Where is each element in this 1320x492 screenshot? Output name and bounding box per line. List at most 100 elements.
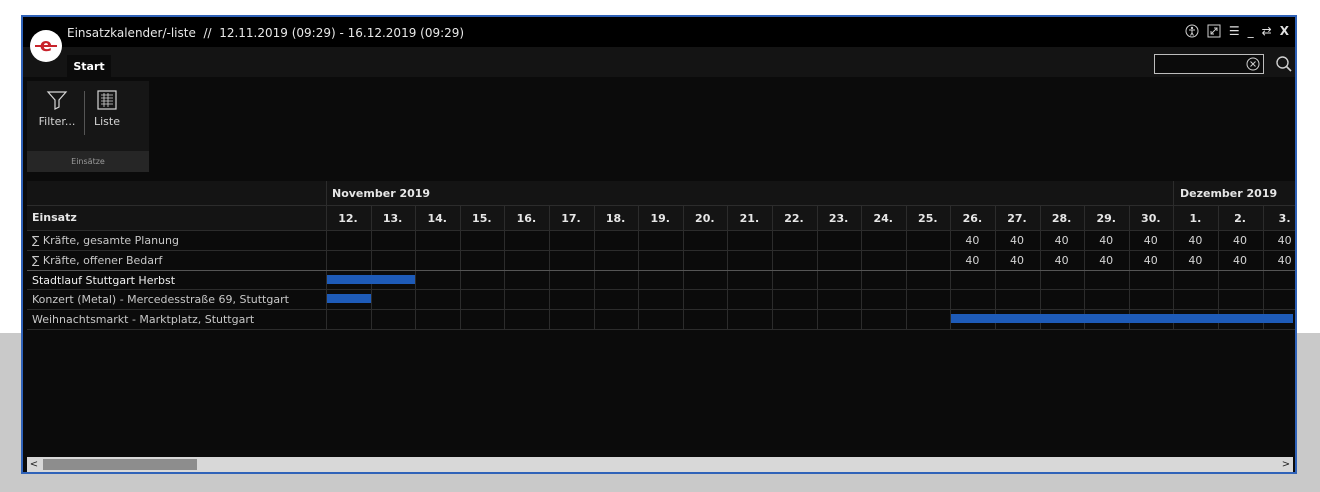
day-header: 29. — [1096, 212, 1116, 225]
month-header-row — [27, 181, 1295, 205]
menu-icon[interactable]: ☰ — [1229, 24, 1240, 38]
grid-vline — [1129, 205, 1130, 329]
filter-icon — [46, 91, 68, 110]
window-controls: ☰ _ ⇄ X — [1185, 24, 1289, 38]
app-window: Einsatzkalender/-liste // 12.11.2019 (09… — [21, 15, 1297, 474]
einsatz-column-header: Einsatz — [32, 211, 77, 224]
day-header: 13. — [382, 212, 403, 225]
grid-vline — [683, 205, 684, 329]
grid-vline — [772, 205, 773, 329]
grid-hline — [27, 270, 1295, 271]
day-header: 18. — [605, 212, 626, 225]
horizontal-scrollbar[interactable]: < > — [27, 457, 1293, 472]
calendar-grid: Einsatz November 2019 Dezember 2019 12. 1… — [27, 181, 1295, 457]
grid-vline — [371, 205, 372, 329]
value-cell: 40 — [1010, 253, 1024, 267]
grid-vline — [861, 205, 862, 329]
grid-vline — [326, 181, 327, 329]
minimize-button[interactable]: _ — [1248, 24, 1254, 38]
value-cell: 40 — [1233, 253, 1247, 267]
value-cell: 40 — [965, 234, 980, 247]
grid-hline — [27, 329, 1295, 330]
tab-start[interactable]: Start — [67, 55, 111, 77]
grid-vline — [995, 205, 996, 329]
grid-hline — [27, 205, 1295, 206]
day-header: 27. — [1007, 212, 1027, 225]
day-header: 20. — [695, 212, 715, 225]
day-header: 19. — [650, 212, 670, 225]
day-header: 3. — [1278, 212, 1291, 225]
month-label: November 2019 — [332, 187, 431, 200]
day-header: 22. — [784, 212, 804, 225]
grid-vline — [549, 205, 550, 329]
day-header: 25. — [918, 212, 938, 225]
clear-icon[interactable] — [1246, 57, 1260, 71]
value-cell: 40 — [1054, 234, 1069, 247]
day-header: 1. — [1189, 212, 1202, 225]
filter-button[interactable]: Filter... — [35, 89, 79, 137]
month-label: Dezember 2019 — [1180, 187, 1278, 200]
day-header: 23. — [828, 212, 849, 225]
grid-vline — [594, 205, 595, 329]
value-cell: 40 — [1188, 253, 1203, 267]
grid-hline — [27, 250, 1295, 251]
event-bar[interactable] — [951, 314, 1293, 324]
day-header: 2. — [1234, 212, 1246, 225]
liste-button[interactable]: Liste — [87, 89, 127, 137]
value-cell: 40 — [1143, 253, 1158, 267]
day-header: 14. — [427, 212, 447, 225]
title-bar: Einsatzkalender/-liste // 12.11.2019 (09… — [23, 17, 1295, 47]
close-button[interactable]: X — [1280, 24, 1289, 38]
search-input[interactable] — [1154, 54, 1264, 74]
day-header: 15. — [472, 212, 492, 225]
event-bar[interactable] — [327, 274, 416, 284]
ribbon-separator — [84, 91, 85, 135]
scroll-left-button[interactable]: < — [27, 457, 41, 472]
grid-vline — [1218, 205, 1219, 329]
window-title: Einsatzkalender/-liste // 12.11.2019 (09… — [67, 26, 465, 40]
day-header: 30. — [1141, 212, 1161, 225]
restore-button[interactable]: ⇄ — [1262, 24, 1272, 38]
grid-hline — [27, 289, 1295, 290]
day-header: 28. — [1051, 212, 1072, 225]
day-header: 16. — [516, 212, 537, 225]
scroll-thumb[interactable] — [43, 459, 197, 470]
value-cell: 40 — [965, 253, 980, 267]
logo-letter-icon: e — [39, 35, 53, 56]
grid-vline — [727, 205, 728, 329]
ribbon-panel: Filter... Liste Einsätze — [27, 81, 149, 172]
day-header: 12. — [338, 212, 358, 225]
grid-vline — [817, 205, 818, 329]
einsatz-row-label[interactable]: Konzert (Metal) - Mercedesstraße 69, Stu… — [32, 293, 289, 306]
list-icon — [97, 90, 117, 110]
accessibility-icon[interactable] — [1185, 24, 1199, 38]
day-header: 24. — [873, 212, 893, 225]
grid-hline — [27, 309, 1295, 310]
summary-row-label: ∑ Kräfte, offener Bedarf — [32, 253, 163, 267]
day-header: 26. — [962, 212, 983, 225]
grid-vline — [1263, 205, 1264, 329]
scroll-right-button[interactable]: > — [1279, 457, 1293, 472]
search-icon[interactable] — [1275, 55, 1293, 73]
einsatz-row-label[interactable]: Weihnachtsmarkt - Marktplatz, Stuttgart — [32, 313, 254, 326]
day-header: 21. — [739, 212, 760, 225]
value-cell: 40 — [1143, 234, 1158, 247]
expand-icon[interactable] — [1207, 24, 1221, 38]
grid-vline — [504, 205, 505, 329]
value-cell: 40 — [1188, 234, 1203, 247]
value-cell: 40 — [1233, 234, 1247, 247]
app-logo[interactable]: e — [30, 30, 62, 62]
day-header: 17. — [561, 212, 581, 225]
filter-label: Filter... — [38, 115, 76, 128]
grid-hline — [27, 230, 1295, 231]
grid-vline — [1084, 205, 1085, 329]
grid-vline — [638, 205, 639, 329]
einsatz-row-label[interactable]: Stadtlauf Stuttgart Herbst — [32, 274, 175, 287]
value-cell: 40 — [1054, 253, 1069, 267]
value-cell: 40 — [1010, 234, 1024, 247]
ribbon-group-label: Einsätze — [27, 151, 149, 172]
grid-vline — [460, 205, 461, 329]
value-cell: 40 — [1099, 234, 1114, 247]
event-bar[interactable] — [327, 294, 371, 304]
grid-vline — [906, 205, 907, 329]
